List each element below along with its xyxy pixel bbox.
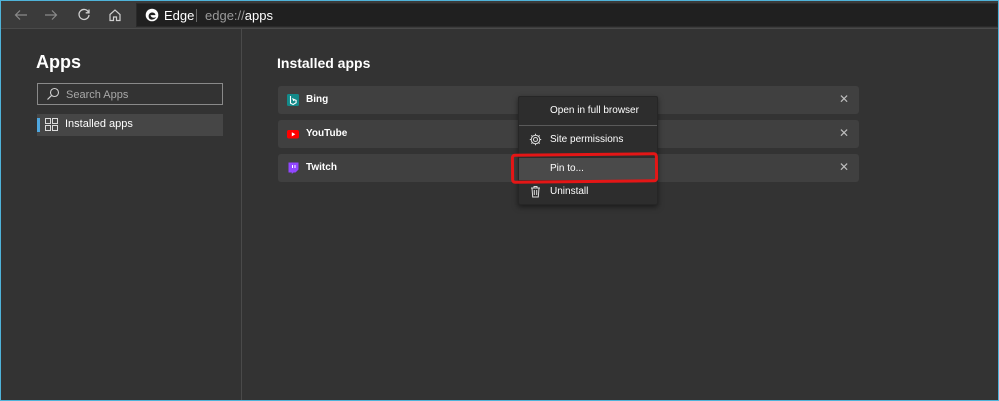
url-path: apps [244, 8, 273, 23]
address-bar[interactable]: Edge edge://apps [136, 3, 998, 27]
app-name: Twitch [306, 162, 337, 173]
address-separator [196, 9, 197, 22]
sidebar: Apps Installed apps [1, 29, 241, 400]
app-context-menu: Open in full browser Site permissions Pi… [518, 96, 658, 205]
twitch-icon [288, 162, 299, 174]
menu-item-label: Site permissions [550, 134, 624, 145]
app-name: YouTube [306, 128, 348, 139]
edge-logo-icon [145, 8, 159, 22]
gear-icon [529, 133, 542, 146]
search-input[interactable] [64, 85, 218, 105]
annotation-highlight [510, 152, 659, 184]
sidebar-item-label: Installed apps [65, 118, 133, 130]
browser-toolbar: Edge edge://apps [1, 1, 998, 28]
home-icon [109, 9, 121, 22]
refresh-icon [78, 8, 90, 21]
sidebar-item-installed-apps[interactable]: Installed apps [37, 114, 223, 136]
menu-item-label: Open in full browser [550, 105, 639, 116]
url-scheme: edge:// [205, 8, 245, 23]
close-icon[interactable]: ✕ [838, 93, 850, 105]
home-button[interactable] [105, 5, 125, 25]
search-icon [47, 87, 60, 100]
close-icon[interactable]: ✕ [838, 161, 850, 173]
sidebar-title: Apps [36, 52, 81, 72]
youtube-icon [287, 130, 299, 139]
refresh-button[interactable] [74, 5, 94, 25]
search-box[interactable] [37, 83, 223, 105]
back-button[interactable] [11, 5, 31, 25]
apps-page: Apps Installed apps Installed apps [1, 28, 998, 400]
menu-item-label: Uninstall [550, 186, 589, 197]
menu-item-uninstall[interactable]: Uninstall [519, 181, 657, 203]
menu-item-site-permissions[interactable]: Site permissions [519, 129, 657, 151]
forward-button[interactable] [41, 5, 61, 25]
close-icon[interactable]: ✕ [838, 127, 850, 139]
arrow-left-icon [14, 10, 27, 20]
bing-icon [287, 94, 299, 106]
arrow-right-icon [45, 10, 58, 20]
selected-indicator [37, 118, 40, 132]
page-title: Installed apps [277, 55, 371, 71]
menu-item-open-in-full-browser[interactable]: Open in full browser [519, 100, 657, 122]
apps-grid-icon [45, 118, 58, 131]
browser-brand-label: Edge [164, 8, 195, 23]
sidebar-divider [241, 29, 242, 400]
app-name: Bing [306, 94, 329, 105]
menu-separator [519, 125, 657, 126]
url-text[interactable]: edge://apps [205, 8, 273, 23]
trash-icon [531, 186, 540, 198]
